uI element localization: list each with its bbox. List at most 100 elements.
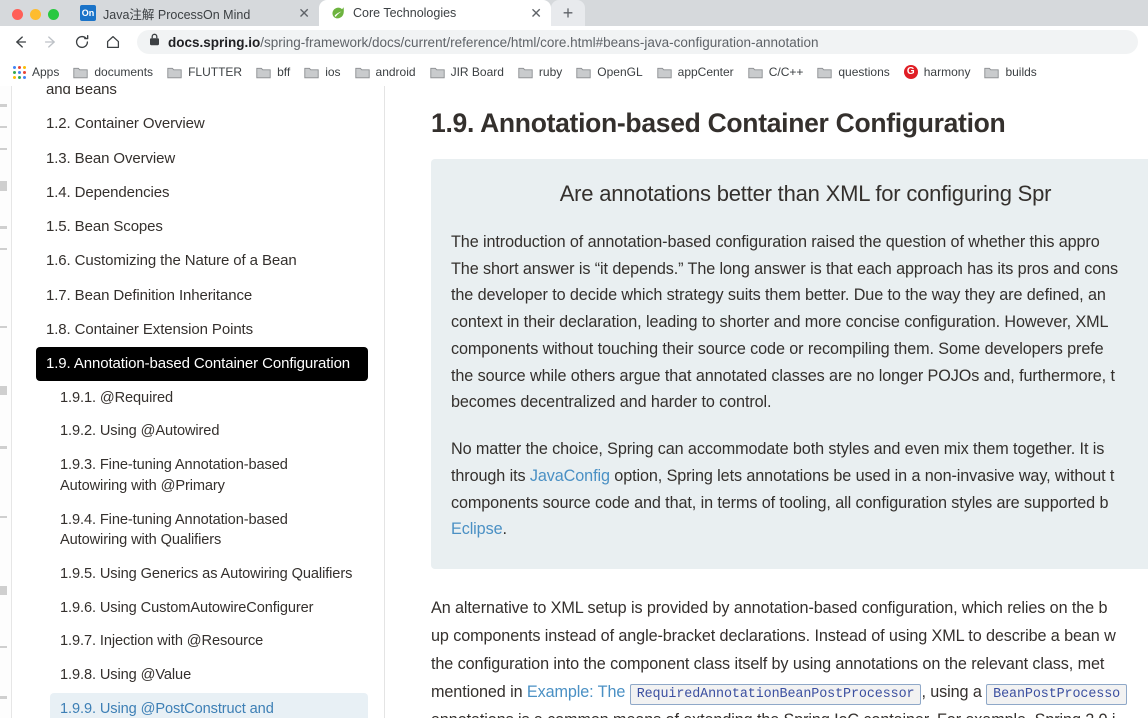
window-controls (8, 9, 69, 26)
callout-p1-line-2: The short answer is “it depends.” The lo… (451, 259, 1119, 278)
sidebar-item-bean-overview[interactable]: 1.3. Bean Overview (20, 142, 368, 175)
address-bar[interactable]: docs.spring.io/spring-framework/docs/cur… (137, 30, 1138, 54)
bookmark-harmony[interactable]: G harmony (903, 63, 979, 81)
spring-leaf-icon (330, 5, 346, 21)
bookmark-label: Apps (32, 65, 60, 79)
toc-label: 1.6. Customizing the Nature of a Bean (46, 252, 297, 270)
main-content: 1.9. Annotation-based Container Configur… (385, 86, 1148, 718)
toc-label: and Beans (46, 86, 117, 98)
sidebar-item-fine-tuning-primary[interactable]: 1.9.3. Fine-tuning Annotation-based Auto… (20, 449, 368, 502)
browser-toolbar: docs.spring.io/spring-framework/docs/cur… (0, 26, 1148, 58)
toc-label: 1.9.8. Using @Value (60, 667, 192, 684)
bookmark-label: ios (325, 65, 341, 79)
callout-p2-line-1: No matter the choice, Spring can accommo… (451, 440, 1105, 459)
sidebar-item-injection-with-resource[interactable]: 1.9.7. Injection with @Resource (20, 625, 368, 658)
forward-icon[interactable] (37, 28, 65, 56)
body-line-5: annotations is a common means of extendi… (431, 707, 1148, 718)
reload-icon[interactable] (68, 28, 96, 56)
sidebar-item-container-extension-points[interactable]: 1.8. Container Extension Points (20, 313, 368, 346)
sidebar-item-and-beans[interactable]: and Beans (20, 86, 368, 106)
callout-heading: Are annotations better than XML for conf… (559, 181, 1052, 206)
toc-label: 1.3. Bean Overview (46, 149, 176, 167)
javaconfig-link[interactable]: JavaConfig (530, 467, 610, 485)
bookmark-label: ruby (538, 65, 563, 79)
bookmark-label: questions (838, 65, 890, 79)
folder-icon (429, 66, 445, 79)
bookmark-documents[interactable]: documents (73, 63, 161, 81)
body-line-1: An alternative to XML setup is provided … (431, 599, 1108, 618)
body-line-4: mentioned in Example: The RequiredAnnota… (431, 679, 1148, 707)
bookmark-label: builds (1005, 65, 1037, 79)
bookmark-builds[interactable]: builds (984, 63, 1044, 81)
toc-label: 1.8. Container Extension Points (46, 321, 254, 339)
sidebar-item-using-autowired[interactable]: 1.9.2. Using @Autowired (20, 415, 368, 448)
bookmark-bff[interactable]: bff (256, 63, 298, 81)
sidebar-item-using-value[interactable]: 1.9.8. Using @Value (20, 659, 368, 692)
bookmark-opengl[interactable]: OpenGL (576, 63, 650, 81)
bookmark-ruby[interactable]: ruby (518, 63, 570, 81)
example-link[interactable]: Example: The (527, 683, 625, 701)
folder-icon (817, 66, 833, 79)
callout-p2-line2-pre: through its (451, 466, 530, 485)
eclipse-link[interactable]: Eclipse (451, 520, 503, 538)
bookmark-flutter[interactable]: FLUTTER (167, 63, 250, 81)
bookmark-label: documents (94, 65, 154, 79)
bookmark-label: FLUTTER (188, 65, 243, 79)
callout-p2-line-4: Eclipse. (451, 516, 1148, 543)
lock-icon (149, 33, 160, 51)
body-paragraph: An alternative to XML setup is provided … (431, 595, 1148, 718)
sidebar-item-custom-autowire-configurer[interactable]: 1.9.6. Using CustomAutowireConfigurer (20, 592, 368, 625)
sidebar-item-required[interactable]: 1.9.1. @Required (20, 382, 368, 415)
bookmark-android[interactable]: android (354, 63, 424, 81)
folder-icon (256, 66, 271, 79)
callout-p1-line-6: the source while others argue that annot… (451, 366, 1115, 385)
bookmark-c-cpp[interactable]: C/C++ (748, 63, 812, 81)
processon-icon: On (80, 5, 96, 21)
sidebar-item-dependencies[interactable]: 1.4. Dependencies (20, 176, 368, 209)
toc-label: 1.2. Container Overview (46, 115, 205, 133)
bookmark-label: JIR Board (450, 65, 504, 79)
sidebar-item-bean-scopes[interactable]: 1.5. Bean Scopes (20, 210, 368, 243)
callout-p1-line-3: the developer to decide which strategy s… (451, 286, 1106, 305)
sidebar-item-annotation-based-container-configuration[interactable]: 1.9. Annotation-based Container Configur… (20, 347, 368, 381)
toc-label: 1.9.5. Using Generics as Autowiring Qual… (60, 565, 353, 582)
maximize-window-button[interactable] (48, 9, 59, 20)
sidebar-item-customizing-nature-of-bean[interactable]: 1.6. Customizing the Nature of a Bean (20, 244, 368, 277)
folder-icon (576, 66, 591, 79)
toc-label: 1.9.1. @Required (60, 389, 174, 406)
toc-label: 1.9.9. Using @PostConstruct and @PreDest… (50, 692, 368, 718)
body-line4-pre: mentioned in (431, 682, 527, 701)
new-tab-button[interactable]: + (551, 0, 585, 26)
folder-icon (354, 66, 370, 79)
back-icon[interactable] (6, 28, 34, 56)
close-window-button[interactable] (12, 9, 23, 20)
bookmark-apps[interactable]: Apps (12, 63, 67, 81)
body-line-2: up components instead of angle-bracket d… (431, 626, 1116, 645)
bookmark-questions[interactable]: questions (817, 63, 897, 81)
bookmark-ios[interactable]: ios (304, 63, 348, 81)
callout-p2-line-3: components source code and that, in term… (451, 493, 1109, 512)
browser-tab-1[interactable]: On Java注解 ProcessOn Mind ✕ (69, 0, 319, 26)
bookmark-appcenter[interactable]: appCenter (656, 63, 742, 81)
table-of-contents-sidebar[interactable]: and Beans 1.2. Container Overview 1.3. B… (12, 86, 385, 718)
sidebar-item-post-construct-pre-destroy[interactable]: 1.9.9. Using @PostConstruct and @PreDest… (20, 692, 368, 718)
url-text: docs.spring.io/spring-framework/docs/cur… (168, 35, 819, 50)
sidebar-item-bean-definition-inheritance[interactable]: 1.7. Bean Definition Inheritance (20, 279, 368, 312)
bookmark-label: OpenGL (597, 65, 643, 79)
callout-paragraph-1: The introduction of annotation-based con… (451, 229, 1148, 416)
url-path: /spring-framework/docs/current/reference… (260, 34, 819, 50)
home-icon[interactable] (99, 28, 127, 56)
sidebar-item-container-overview[interactable]: 1.2. Container Overview (20, 107, 368, 140)
apps-grid-icon (12, 65, 26, 79)
code-bean-post-processor: BeanPostProcesso (986, 683, 1128, 705)
browser-tab-2[interactable]: Core Technologies ✕ (319, 0, 551, 26)
close-tab-1-button[interactable]: ✕ (288, 6, 310, 20)
url-host: docs.spring.io (168, 34, 261, 50)
sidebar-item-generics-autowiring-qualifiers[interactable]: 1.9.5. Using Generics as Autowiring Qual… (20, 558, 368, 591)
close-tab-2-button[interactable]: ✕ (520, 6, 542, 20)
bookmark-jir-board[interactable]: JIR Board (429, 63, 512, 81)
sidebar-item-fine-tuning-qualifiers[interactable]: 1.9.4. Fine-tuning Annotation-based Auto… (20, 504, 368, 557)
code-required-annotation-bean-post-processor: RequiredAnnotationBeanPostProcessor (629, 683, 922, 705)
folder-icon (748, 66, 763, 79)
minimize-window-button[interactable] (30, 9, 41, 20)
